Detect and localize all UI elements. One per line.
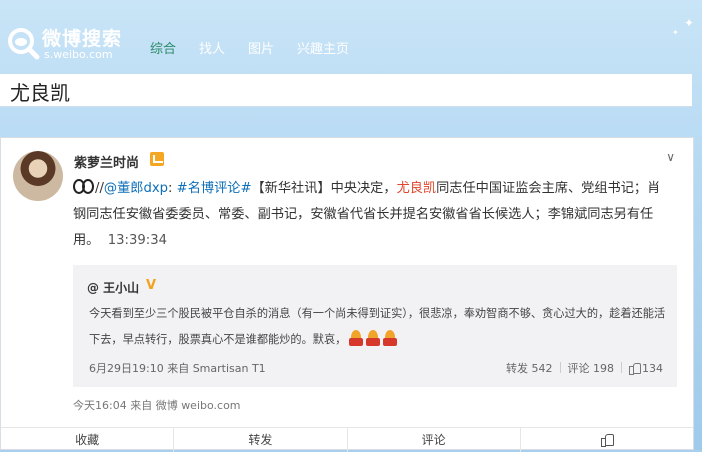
post-inline-time: 13:39:34 (107, 233, 167, 248)
logo-icon (8, 28, 40, 60)
repost-comment-count[interactable]: 评论 198 (568, 362, 615, 375)
repost-forward-count[interactable]: 转发 542 (506, 362, 553, 375)
reposted-weibo: @ 王小山 V 今天看到至少三个股民被平仓自杀的消息（有一个尚未得到证实），很悲… (73, 265, 677, 387)
collect-button[interactable]: 收藏 (1, 428, 175, 452)
search-query: 尤良凯 (10, 81, 70, 105)
comment-button[interactable]: 评论 (348, 428, 521, 452)
sparkle-icon: ✦ (672, 28, 679, 37)
weibo-card: 紫萝兰时尚 ∨ //@董郎dxp: #名博评论#【新华社讯】中央决定，尤良凯同志… (0, 137, 694, 452)
repost-text: 今天看到至少三个股民被平仓自杀的消息（有一个尚未得到证实），很悲凉，奉劝智商不够… (89, 301, 669, 353)
nav-tab-all[interactable]: 综合 (150, 38, 176, 60)
post-username[interactable]: 紫萝兰时尚 (74, 152, 139, 171)
nav-tab-images[interactable]: 图片 (248, 38, 274, 60)
repost-like[interactable]: 134 (629, 362, 663, 375)
emoji-icon (73, 177, 94, 195)
post-meta: 今天16:04 来自 微博 weibo.com (73, 399, 241, 412)
search-nav: 综合 找人 图片 兴趣主页 (150, 38, 372, 60)
repost-stats: 转发 542 评论 198 134 (506, 360, 663, 376)
action-bar: 收藏 转发 评论 (1, 427, 693, 452)
verified-icon: V (146, 278, 157, 293)
forward-button[interactable]: 转发 (174, 428, 348, 452)
weibo-search-logo[interactable]: 微博搜索 s.weibo.com (6, 20, 136, 66)
like-button[interactable] (521, 428, 693, 452)
repost-meta: 6月29日19:10 来自 Smartisan T1 (89, 362, 266, 375)
avatar[interactable] (13, 151, 63, 201)
logo-url: s.weibo.com (44, 48, 113, 61)
hashtag-link[interactable]: #名博评论# (177, 181, 252, 196)
sparkle-icon: ✦ (684, 16, 695, 30)
repost-separator: // (95, 181, 104, 196)
thumbs-up-icon (629, 362, 641, 375)
keyword-highlight: 尤良凯 (396, 181, 437, 196)
post-text-a: 【新华社讯】中央决定， (251, 181, 397, 196)
candle-icon (383, 330, 398, 346)
repost-username[interactable]: @ 王小山 (87, 279, 139, 296)
thumbs-up-icon (600, 433, 614, 447)
repost-like-count: 134 (642, 362, 663, 375)
post-colon: : (168, 181, 177, 196)
search-input[interactable]: 尤良凯 (0, 74, 692, 107)
nav-tab-people[interactable]: 找人 (199, 38, 225, 60)
logo-title: 微博搜索 (42, 28, 123, 50)
nav-tab-interest[interactable]: 兴趣主页 (297, 38, 349, 60)
mention-link[interactable]: @董郎dxp (104, 181, 168, 196)
candle-icon (349, 330, 364, 346)
chevron-down-icon[interactable]: ∨ (666, 150, 675, 164)
candle-icon (366, 330, 381, 346)
vip-badge-icon (150, 152, 164, 166)
post-text: //@董郎dxp: #名博评论#【新华社讯】中央决定，尤良凯同志任中国证监会主席… (73, 176, 673, 254)
